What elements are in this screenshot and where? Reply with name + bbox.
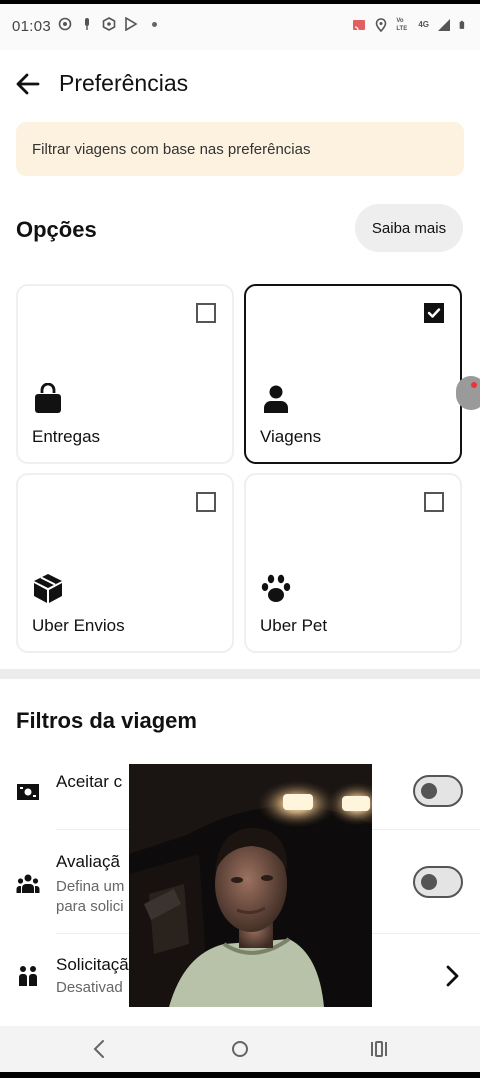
record-dot-icon bbox=[471, 382, 477, 388]
back-nav-icon[interactable] bbox=[87, 1036, 113, 1062]
uber-pet-checkbox[interactable] bbox=[424, 492, 444, 512]
filter-rating-subtitle-1: Defina um bbox=[56, 878, 125, 895]
uber-envios-checkbox[interactable] bbox=[196, 492, 216, 512]
option-card-entregas[interactable]: Entregas bbox=[16, 284, 234, 464]
recents-nav-icon[interactable] bbox=[366, 1036, 392, 1062]
filter-cash-title: Aceitar c bbox=[56, 772, 123, 791]
rating-toggle-knob bbox=[421, 874, 437, 890]
system-nav-bar bbox=[0, 1026, 480, 1072]
notification-icons bbox=[58, 17, 157, 31]
viagens-checkbox[interactable] bbox=[424, 303, 444, 323]
entregas-checkbox[interactable] bbox=[196, 303, 216, 323]
viagens-label: Viagens bbox=[260, 427, 322, 446]
entregas-label: Entregas bbox=[32, 427, 101, 446]
rating-toggle[interactable] bbox=[413, 866, 463, 898]
cash-toggle[interactable] bbox=[413, 775, 463, 807]
cash-icon bbox=[17, 784, 39, 800]
battery-icon bbox=[459, 20, 465, 29]
check-icon bbox=[427, 308, 441, 318]
hexagon-icon bbox=[102, 17, 116, 31]
at-sign-icon bbox=[58, 17, 72, 31]
microphone-icon bbox=[85, 18, 89, 30]
play-store-icon bbox=[125, 17, 138, 31]
section-divider bbox=[0, 669, 480, 679]
signal-icon bbox=[438, 19, 450, 31]
filter-rating-subtitle-2: para solici bbox=[56, 898, 124, 915]
filter-info-banner: Filtrar viagens com base nas preferência… bbox=[16, 122, 464, 176]
package-icon bbox=[34, 574, 62, 603]
volte-label: Vo LTE bbox=[396, 18, 408, 32]
status-time: 01:03 bbox=[12, 18, 52, 35]
group-icon bbox=[16, 874, 40, 893]
video-call-overlay[interactable] bbox=[129, 764, 372, 1007]
learn-more-button[interactable]: Saiba mais bbox=[355, 204, 463, 252]
more-notifications-dot bbox=[152, 21, 157, 27]
uber-envios-label: Uber Envios bbox=[32, 616, 125, 635]
home-nav-icon[interactable] bbox=[227, 1036, 253, 1062]
option-card-uber-pet[interactable]: Uber Pet bbox=[244, 473, 462, 653]
system-status-icons: Vo LTE 4G bbox=[352, 17, 468, 33]
location-icon bbox=[376, 18, 387, 32]
network-type: 4G bbox=[418, 20, 429, 29]
app-screen: 01:03 Vo LTE 4G Preferências Filtrar via… bbox=[0, 4, 480, 1072]
filter-requests-title: Solicitaçã bbox=[56, 955, 129, 974]
cast-icon bbox=[353, 20, 366, 31]
page-title: Preferências bbox=[59, 70, 189, 96]
person-icon bbox=[264, 385, 288, 413]
shopping-bag-icon bbox=[35, 383, 61, 413]
video-frame-image bbox=[129, 764, 372, 1007]
option-card-uber-envios[interactable]: Uber Envios bbox=[16, 473, 234, 653]
cash-toggle-knob bbox=[421, 783, 437, 799]
option-card-viagens[interactable]: Viagens bbox=[244, 284, 462, 464]
options-section-title: Opções bbox=[16, 217, 97, 242]
filters-section-title: Filtros da viagem bbox=[16, 708, 197, 733]
chevron-right-icon[interactable] bbox=[442, 964, 462, 988]
paw-icon bbox=[261, 574, 291, 602]
back-button[interactable] bbox=[14, 70, 42, 98]
banner-text: Filtrar viagens com base nas preferência… bbox=[32, 140, 311, 158]
filter-rating-title: Avaliaçã bbox=[56, 852, 120, 871]
status-bar: 01:03 Vo LTE 4G bbox=[0, 4, 480, 50]
arrow-left-icon bbox=[16, 73, 40, 95]
filter-requests-subtitle: Desativad bbox=[56, 979, 123, 996]
people-icon bbox=[19, 966, 37, 986]
floating-recorder-bubble[interactable] bbox=[456, 376, 480, 410]
uber-pet-label: Uber Pet bbox=[260, 616, 328, 635]
